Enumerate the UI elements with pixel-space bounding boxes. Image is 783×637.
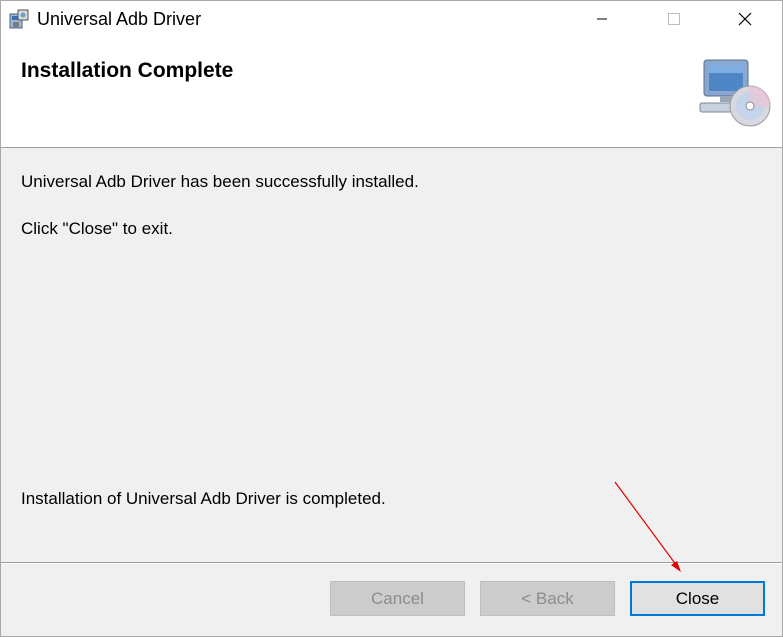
cancel-button[interactable]: Cancel — [330, 581, 465, 616]
close-button[interactable]: Close — [630, 581, 765, 616]
computer-cd-icon — [699, 59, 771, 127]
close-icon — [738, 12, 752, 26]
wizard-header: Installation Complete — [1, 37, 782, 148]
installer-app-icon — [9, 9, 29, 29]
page-title: Installation Complete — [21, 59, 234, 82]
wizard-content: Universal Adb Driver has been successful… — [1, 148, 782, 562]
success-message: Universal Adb Driver has been successful… — [21, 172, 419, 191]
title-bar[interactable]: Universal Adb Driver — [1, 1, 782, 37]
footer-divider — [1, 562, 782, 564]
minimize-icon — [597, 18, 607, 20]
exit-instruction: Click "Close" to exit. — [21, 219, 173, 238]
completion-status: Installation of Universal Adb Driver is … — [21, 489, 386, 508]
installer-window: Universal Adb Driver Installation Comple… — [0, 0, 783, 637]
back-button[interactable]: < Back — [480, 581, 615, 616]
maximize-button[interactable] — [651, 1, 697, 37]
minimize-button[interactable] — [579, 1, 625, 37]
maximize-icon — [668, 13, 680, 25]
window-title: Universal Adb Driver — [37, 9, 202, 29]
window-close-button[interactable] — [722, 1, 768, 37]
